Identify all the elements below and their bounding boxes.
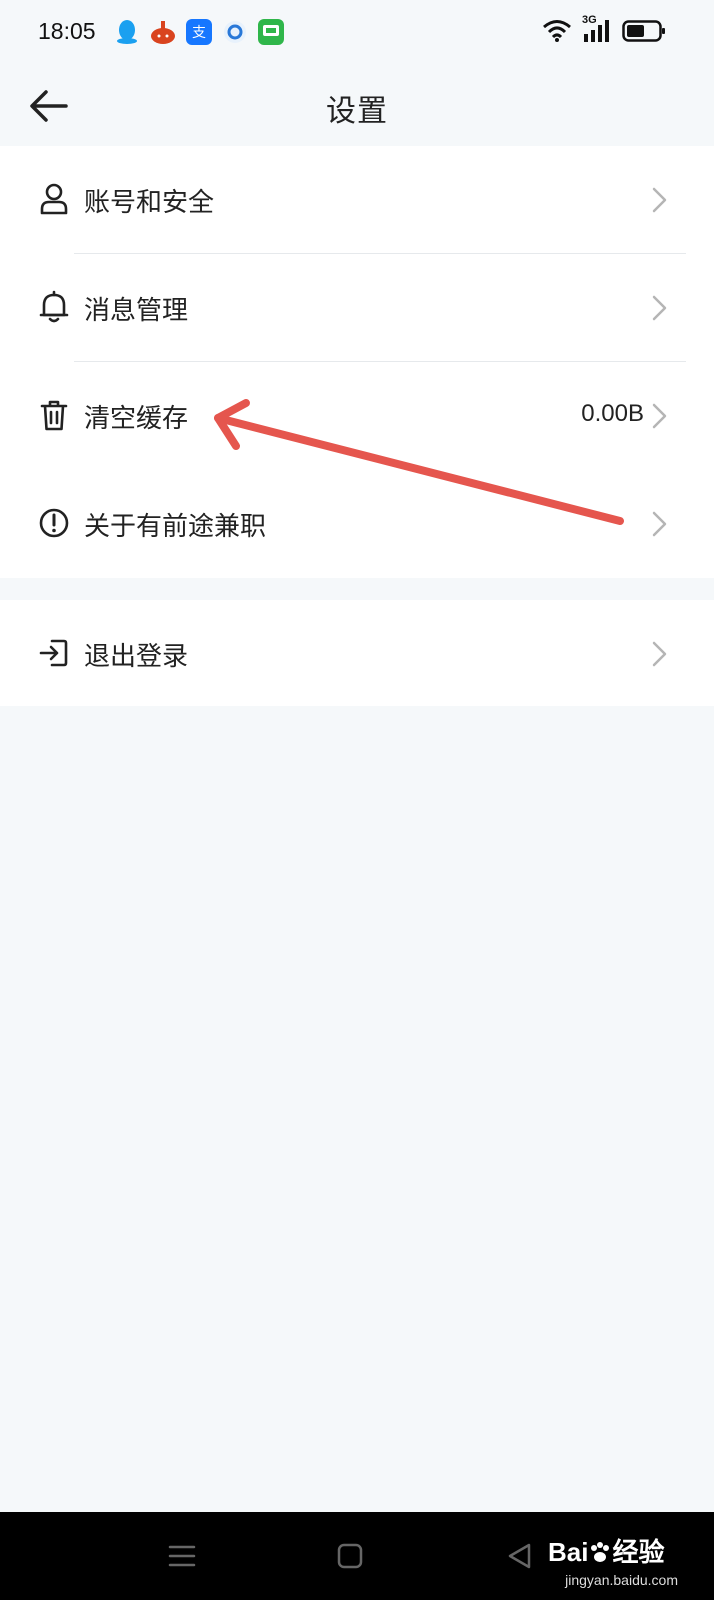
menu-button[interactable] bbox=[166, 1540, 198, 1572]
settings-item-label: 消息管理 bbox=[84, 296, 189, 326]
system-navigation-bar bbox=[0, 1512, 714, 1600]
qq-icon bbox=[114, 19, 140, 45]
settings-group-main: 账号和安全 消息管理 清空缓存 0.00B 关于有前途兼职 bbox=[0, 146, 714, 578]
battery-icon bbox=[622, 20, 665, 42]
settings-item-logout[interactable]: 退出登录 bbox=[0, 600, 714, 706]
status-time: 18:05 bbox=[38, 18, 96, 44]
chevron-right-icon bbox=[652, 295, 667, 321]
alipay-icon: 支 bbox=[186, 19, 212, 45]
signal-icon: 3G bbox=[582, 14, 612, 44]
square-icon bbox=[337, 1543, 363, 1569]
settings-item-label: 关于有前途兼职 bbox=[84, 512, 267, 542]
notification-icons: 支 bbox=[114, 19, 284, 45]
page-title: 设置 bbox=[326, 94, 388, 129]
cache-size-value: 0.00B bbox=[581, 400, 644, 427]
message-icon bbox=[258, 19, 284, 45]
settings-item-label: 账号和安全 bbox=[84, 188, 215, 218]
settings-item-account-security[interactable]: 账号和安全 bbox=[0, 146, 714, 254]
menu-icon bbox=[168, 1545, 196, 1567]
chevron-right-icon bbox=[652, 187, 667, 213]
settings-item-message-management[interactable]: 消息管理 bbox=[0, 254, 714, 362]
user-icon bbox=[40, 183, 68, 215]
trash-icon bbox=[40, 400, 68, 431]
logout-icon bbox=[39, 639, 68, 667]
status-bar: 18:05 支 3G bbox=[0, 0, 714, 66]
system-icons: 3G bbox=[542, 14, 666, 44]
home-button[interactable] bbox=[334, 1540, 366, 1572]
title-bar: 设置 bbox=[0, 66, 714, 146]
settings-item-label: 清空缓存 bbox=[84, 404, 189, 434]
taobao-icon bbox=[150, 19, 176, 45]
info-icon bbox=[39, 508, 69, 538]
chevron-right-icon bbox=[652, 641, 667, 667]
settings-group-logout: 退出登录 bbox=[0, 600, 714, 706]
settings-item-clear-cache[interactable]: 清空缓存 0.00B bbox=[0, 362, 714, 470]
settings-item-about[interactable]: 关于有前途兼职 bbox=[0, 470, 714, 578]
chevron-right-icon bbox=[652, 403, 667, 429]
bell-icon bbox=[39, 290, 69, 323]
browser-icon bbox=[222, 19, 248, 45]
chevron-right-icon bbox=[652, 511, 667, 537]
wifi-icon bbox=[543, 20, 571, 42]
back-nav-button[interactable] bbox=[504, 1540, 536, 1572]
triangle-back-icon bbox=[508, 1543, 531, 1569]
settings-item-label: 退出登录 bbox=[84, 642, 189, 672]
